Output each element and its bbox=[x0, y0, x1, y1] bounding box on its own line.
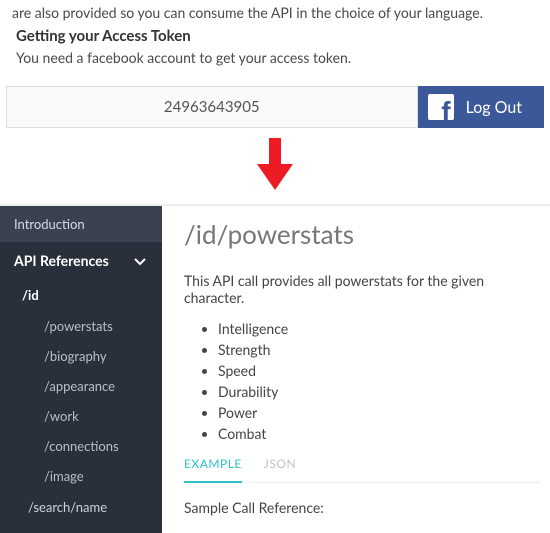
token-heading: Getting your Access Token bbox=[16, 27, 538, 45]
sidebar-item-search-name[interactable]: /search/name bbox=[0, 491, 162, 523]
sidebar-item-connections[interactable]: /connections bbox=[0, 431, 162, 461]
sample-call-label: Sample Call Reference: bbox=[184, 499, 540, 516]
list-item: Combat bbox=[218, 425, 540, 442]
list-item: Strength bbox=[218, 341, 540, 358]
sidebar: Introduction API References /id /powerst… bbox=[0, 206, 162, 533]
token-desc: You need a facebook account to get your … bbox=[16, 49, 538, 66]
facebook-icon: f bbox=[428, 94, 454, 120]
content: /id/powerstats This API call provides al… bbox=[162, 206, 550, 533]
page-desc: This API call provides all powerstats fo… bbox=[184, 272, 540, 306]
tab-example[interactable]: EXAMPLE bbox=[184, 456, 242, 483]
logout-button[interactable]: f Log Out bbox=[418, 86, 544, 128]
logout-label: Log Out bbox=[466, 98, 522, 117]
chevron-down-icon bbox=[134, 252, 146, 269]
sidebar-item-powerstats[interactable]: /powerstats bbox=[0, 311, 162, 341]
down-arrow-icon bbox=[255, 136, 295, 194]
access-token-display: 24963643905 bbox=[6, 86, 418, 128]
sidebar-head-label: API References bbox=[14, 252, 109, 269]
sidebar-item-biography[interactable]: /biography bbox=[0, 341, 162, 371]
list-item: Intelligence bbox=[218, 320, 540, 337]
intro-fragment: are also provided so you can consume the… bbox=[12, 4, 538, 21]
sidebar-api-references[interactable]: API References bbox=[0, 242, 162, 279]
sidebar-item-appearance[interactable]: /appearance bbox=[0, 371, 162, 401]
list-item: Speed bbox=[218, 362, 540, 379]
list-item: Durability bbox=[218, 383, 540, 400]
sidebar-item-image[interactable]: /image bbox=[0, 461, 162, 491]
tab-json[interactable]: JSON bbox=[264, 456, 296, 483]
sidebar-intro[interactable]: Introduction bbox=[0, 206, 162, 242]
sidebar-item-id[interactable]: /id bbox=[0, 279, 162, 311]
list-item: Power bbox=[218, 404, 540, 421]
page-title: /id/powerstats bbox=[184, 218, 540, 250]
sidebar-item-work[interactable]: /work bbox=[0, 401, 162, 431]
powerstats-list: Intelligence Strength Speed Durability P… bbox=[218, 320, 540, 442]
